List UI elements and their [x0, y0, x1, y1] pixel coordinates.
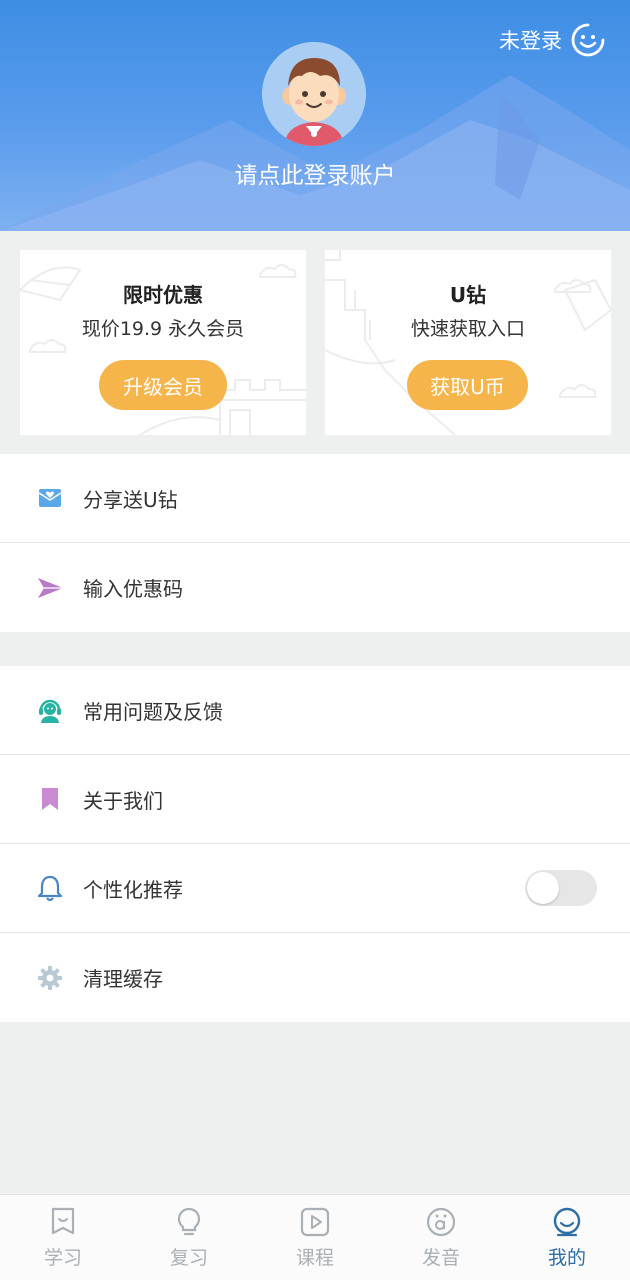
support-agent-icon: [39, 699, 61, 723]
bookmark-icon: [42, 788, 58, 810]
play-icon: [300, 1207, 330, 1237]
menu-item-faq[interactable]: 常用问题及反馈: [0, 666, 630, 755]
personalized-toggle[interactable]: [525, 870, 597, 906]
gear-icon: [38, 965, 62, 990]
nav-tab-study[interactable]: 学习: [0, 1195, 126, 1280]
card-title: 限时优惠: [123, 283, 203, 307]
avatar[interactable]: [262, 42, 366, 146]
promo-cards: 限时优惠 现价19.9 永久会员 升级会员 U钻 快速获取入口 获取U币: [0, 231, 630, 454]
menu-item-label: 关于我们: [83, 788, 163, 813]
menu-item-share[interactable]: 分享送U钻: [0, 454, 630, 543]
menu-item-label: 常用问题及反馈: [83, 699, 223, 724]
lightbulb-icon: [177, 1207, 201, 1236]
login-status-label: 未登录: [499, 29, 562, 53]
menu-item-label: 输入优惠码: [83, 577, 183, 601]
nav-label: 课程: [295, 1247, 334, 1269]
nav-label: 我的: [547, 1247, 586, 1269]
umlaut-a-icon: [426, 1207, 456, 1237]
profile-smile-icon: [553, 1207, 581, 1237]
menu-item-coupon[interactable]: 输入优惠码: [0, 543, 630, 632]
login-prompt[interactable]: 请点此登录账户: [0, 156, 630, 190]
boy-avatar-icon: [262, 42, 366, 146]
upgrade-vip-button[interactable]: 升级会员: [99, 360, 227, 410]
paper-plane-icon: [38, 577, 63, 598]
nav-tab-mine[interactable]: 我的: [504, 1195, 630, 1280]
menu-item-about[interactable]: 关于我们: [0, 755, 630, 844]
nav-label: 复习: [169, 1247, 208, 1269]
menu-group-settings: 常用问题及反馈 关于我们 个性化推荐 清理缓存: [0, 666, 630, 1022]
nav-tab-review[interactable]: 复习: [126, 1195, 252, 1280]
vip-card: 限时优惠 现价19.9 永久会员 升级会员: [20, 250, 306, 435]
share-gift-icon: [38, 489, 62, 507]
menu-item-personalized: 个性化推荐: [0, 844, 630, 933]
login-status[interactable]: 未登录: [499, 22, 606, 58]
card-title: U钻: [449, 283, 487, 307]
toggle-knob: [527, 872, 559, 904]
get-u-coin-button[interactable]: 获取U币: [407, 360, 528, 410]
menu-item-label: 分享送U钻: [83, 487, 178, 512]
smile-icon: [571, 23, 605, 57]
menu-item-label: 清理缓存: [83, 967, 163, 991]
profile-header: 未登录 请点此登录账户: [0, 0, 630, 231]
nav-tab-pronunciation[interactable]: 发音: [378, 1195, 504, 1280]
menu-item-label: 个性化推荐: [83, 877, 183, 902]
card-subtitle: 快速获取入口: [410, 318, 525, 340]
card-subtitle: 现价19.9 永久会员: [81, 318, 245, 340]
nav-tab-course[interactable]: 课程: [252, 1195, 378, 1280]
menu-group-rewards: 分享送U钻 输入优惠码: [0, 454, 630, 632]
bottom-nav: 学习 复习 课程 发音 我的: [0, 1194, 630, 1280]
menu-item-clear-cache[interactable]: 清理缓存: [0, 933, 630, 1022]
bell-icon: [37, 875, 63, 902]
nav-label: 发音: [421, 1247, 460, 1269]
u-diamond-card: U钻 快速获取入口 获取U币: [325, 250, 611, 435]
bookmark-study-icon: [51, 1207, 75, 1235]
nav-label: 学习: [43, 1247, 82, 1269]
